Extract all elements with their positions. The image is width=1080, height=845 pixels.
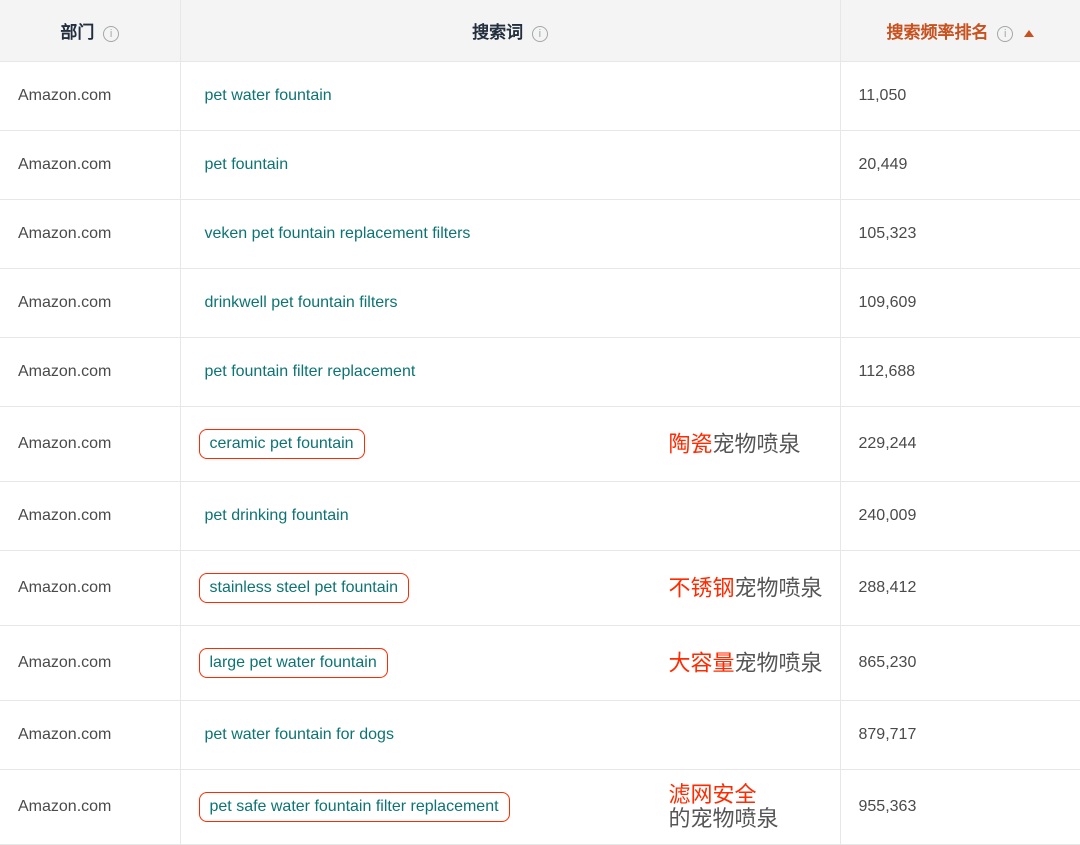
table-row: Amazon.com pet drinking fountain 240,009 — [0, 482, 1080, 551]
rank-cell: 105,323 — [840, 200, 1080, 269]
search-term-link[interactable]: pet water fountain for dogs — [199, 723, 400, 747]
annotation-emphasis: 滤网安全 — [669, 782, 757, 807]
search-term-link[interactable]: stainless steel pet fountain — [199, 573, 410, 603]
rank-cell: 955,363 — [840, 770, 1080, 845]
col-header-rank[interactable]: 搜索频率排名 i — [840, 0, 1080, 62]
info-icon[interactable]: i — [103, 26, 119, 42]
annotation-label: 不锈钢宠物喷泉 — [669, 574, 823, 602]
search-term-link[interactable]: pet drinking fountain — [199, 504, 355, 528]
annotation-rest: 的宠物喷泉 — [669, 806, 779, 831]
search-term-link[interactable]: pet fountain — [199, 153, 295, 177]
term-cell: stainless steel pet fountain 不锈钢宠物喷泉 — [180, 551, 840, 626]
term-cell: veken pet fountain replacement filters — [180, 200, 840, 269]
table-row: Amazon.com drinkwell pet fountain filters… — [0, 269, 1080, 338]
table-row: Amazon.com pet water fountain 11,050 — [0, 62, 1080, 131]
table-row: Amazon.com pet water fountain for dogs 879… — [0, 701, 1080, 770]
rank-cell: 240,009 — [840, 482, 1080, 551]
table-row: Amazon.com pet fountain 20,449 — [0, 131, 1080, 200]
table-row: Amazon.com pet safe water fountain filter… — [0, 770, 1080, 845]
search-terms-table: 部门 i 搜索词 i 搜索频率排名 i Amazon.com pet water … — [0, 0, 1080, 845]
dept-cell: Amazon.com — [0, 701, 180, 770]
dept-cell: Amazon.com — [0, 269, 180, 338]
table-row: Amazon.com large pet water fountain 大容量宠物喷… — [0, 626, 1080, 701]
annotation-emphasis: 陶瓷 — [669, 431, 713, 456]
rank-cell: 229,244 — [840, 407, 1080, 482]
annotation-label: 大容量宠物喷泉 — [669, 649, 823, 677]
dept-cell: Amazon.com — [0, 338, 180, 407]
term-cell: pet fountain filter replacement — [180, 338, 840, 407]
annotation-emphasis: 不锈钢 — [669, 575, 735, 600]
term-cell: pet water fountain for dogs — [180, 701, 840, 770]
dept-cell: Amazon.com — [0, 626, 180, 701]
search-term-link[interactable]: pet fountain filter replacement — [199, 360, 422, 384]
search-term-link[interactable]: veken pet fountain replacement filters — [199, 222, 477, 246]
term-cell: ceramic pet fountain 陶瓷宠物喷泉 — [180, 407, 840, 482]
annotation-rest: 宠物喷泉 — [735, 575, 823, 600]
search-term-link[interactable]: pet water fountain — [199, 84, 338, 108]
rank-cell: 109,609 — [840, 269, 1080, 338]
col-header-rank-label: 搜索频率排名 — [887, 23, 989, 42]
annotation-label: 滤网安全的宠物喷泉 — [669, 783, 779, 831]
rank-cell: 112,688 — [840, 338, 1080, 407]
dept-cell: Amazon.com — [0, 482, 180, 551]
annotation-label: 陶瓷宠物喷泉 — [669, 430, 801, 458]
dept-cell: Amazon.com — [0, 407, 180, 482]
search-term-link[interactable]: large pet water fountain — [199, 648, 388, 678]
dept-cell: Amazon.com — [0, 551, 180, 626]
dept-cell: Amazon.com — [0, 770, 180, 845]
term-cell: pet fountain — [180, 131, 840, 200]
search-term-link[interactable]: drinkwell pet fountain filters — [199, 291, 404, 315]
term-cell: pet drinking fountain — [180, 482, 840, 551]
search-term-link[interactable]: ceramic pet fountain — [199, 429, 365, 459]
term-cell: drinkwell pet fountain filters — [180, 269, 840, 338]
col-header-search-term[interactable]: 搜索词 i — [180, 0, 840, 62]
dept-cell: Amazon.com — [0, 200, 180, 269]
col-header-department-label: 部门 — [60, 23, 94, 42]
annotation-rest: 宠物喷泉 — [713, 431, 801, 456]
sort-ascending-icon — [1024, 30, 1034, 37]
annotation-emphasis: 大容量 — [669, 650, 735, 675]
table-row: Amazon.com stainless steel pet fountain 不锈… — [0, 551, 1080, 626]
rank-cell: 865,230 — [840, 626, 1080, 701]
col-header-department[interactable]: 部门 i — [0, 0, 180, 62]
rank-cell: 20,449 — [840, 131, 1080, 200]
annotation-rest: 宠物喷泉 — [735, 650, 823, 675]
term-cell: large pet water fountain 大容量宠物喷泉 — [180, 626, 840, 701]
table-row: Amazon.com ceramic pet fountain 陶瓷宠物喷泉 229,… — [0, 407, 1080, 482]
table-row: Amazon.com veken pet fountain replacement… — [0, 200, 1080, 269]
rank-cell: 11,050 — [840, 62, 1080, 131]
dept-cell: Amazon.com — [0, 62, 180, 131]
dept-cell: Amazon.com — [0, 131, 180, 200]
rank-cell: 879,717 — [840, 701, 1080, 770]
term-cell: pet water fountain — [180, 62, 840, 131]
col-header-search-term-label: 搜索词 — [472, 23, 523, 42]
term-cell: pet safe water fountain filter replaceme… — [180, 770, 840, 845]
table-row: Amazon.com pet fountain filter replacemen… — [0, 338, 1080, 407]
search-term-link[interactable]: pet safe water fountain filter replaceme… — [199, 792, 510, 822]
info-icon[interactable]: i — [997, 26, 1013, 42]
rank-cell: 288,412 — [840, 551, 1080, 626]
info-icon[interactable]: i — [532, 26, 548, 42]
